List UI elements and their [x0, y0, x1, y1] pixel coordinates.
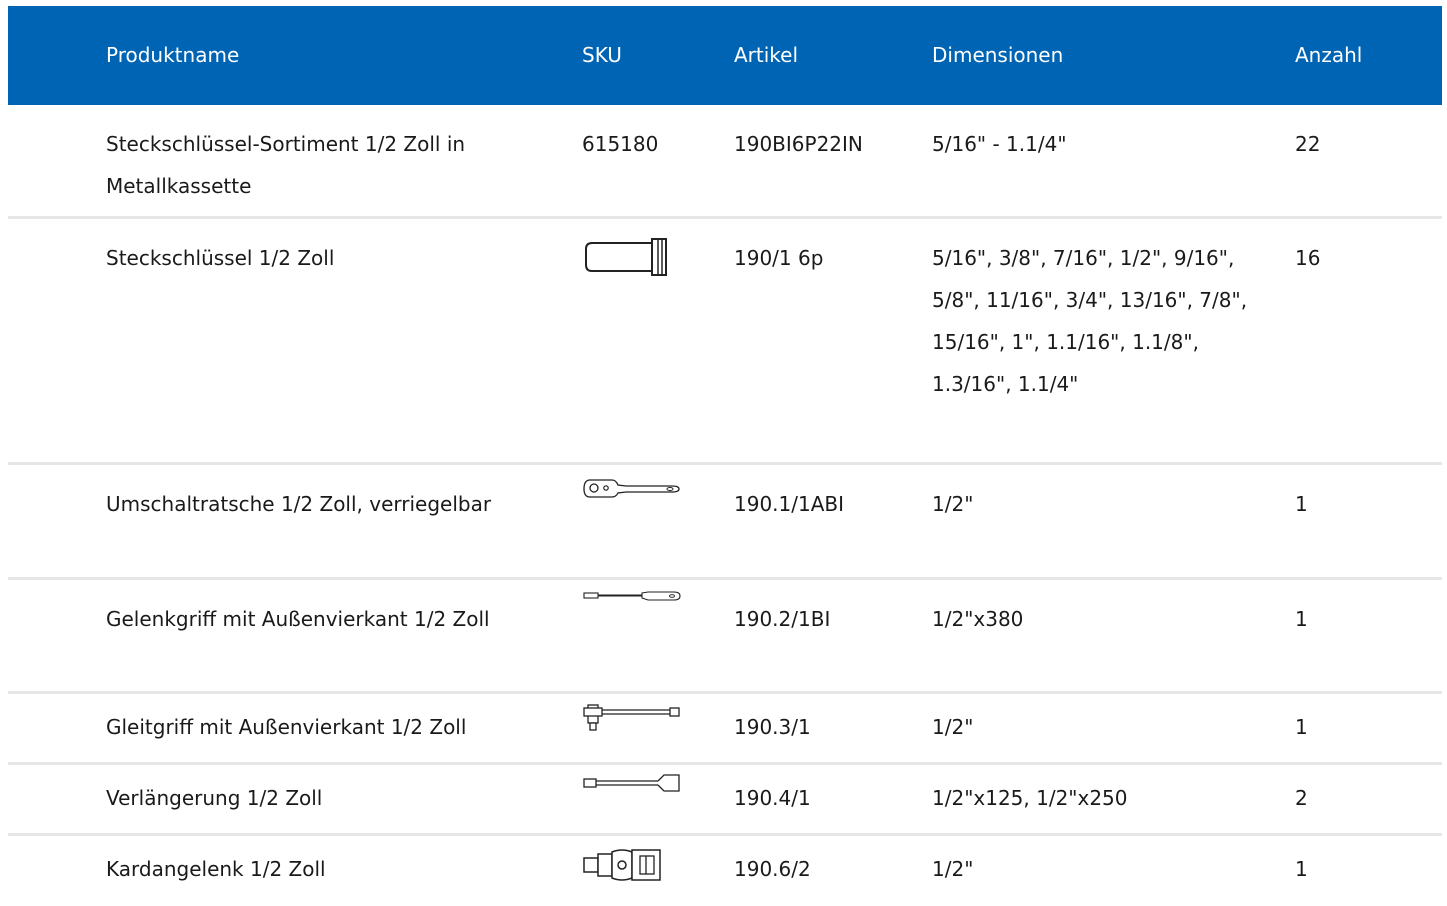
product-quantity: 1 [1295, 715, 1308, 739]
product-artikel: 190BI6P22IN [734, 132, 863, 156]
product-name: Gleitgriff mit Außenvierkant 1/2 Zoll [106, 715, 467, 739]
product-table: Produktname SKU Artikel Dimensionen Anza… [8, 6, 1442, 906]
product-name: Steckschlüssel 1/2 Zoll [106, 246, 335, 270]
product-artikel: 190.4/1 [734, 786, 811, 810]
ratchet-icon [582, 477, 682, 499]
product-dimensions: 1/2" [932, 715, 974, 739]
header-sku: SKU [582, 43, 622, 67]
universal-joint-icon [582, 846, 682, 886]
product-dimensions: 5/16" - 1.1/4" [932, 132, 1067, 156]
header-produktname: Produktname [106, 43, 240, 67]
sliding-t-handle-icon [582, 702, 682, 734]
extension-bar-icon [582, 771, 682, 795]
product-name: Verlängerung 1/2 Zoll [106, 786, 323, 810]
product-quantity: 2 [1295, 786, 1308, 810]
table-row: Umschaltratsche 1/2 Zoll, verriegelbar 1… [8, 465, 1442, 580]
table-row: Steckschlüssel-Sortiment 1/2 Zoll in Met… [8, 105, 1442, 219]
product-quantity: 22 [1295, 132, 1321, 156]
table-row: Gleitgriff mit Außenvierkant 1/2 Zoll 19… [8, 694, 1442, 765]
header-dimensionen: Dimensionen [932, 43, 1064, 67]
product-dimensions: 1/2"x380 [932, 607, 1024, 631]
hinged-handle-icon [582, 588, 682, 604]
table-header: Produktname SKU Artikel Dimensionen Anza… [8, 6, 1442, 105]
product-dimensions: 1/2" [932, 492, 974, 516]
table-row: Steckschlüssel 1/2 Zoll 190/1 6p 5/16", … [8, 219, 1442, 465]
product-name: Kardangelenk 1/2 Zoll [106, 857, 326, 881]
product-sku: 615180 [582, 132, 659, 156]
product-artikel: 190.2/1BI [734, 607, 831, 631]
socket-icon [582, 235, 672, 279]
product-name: Umschaltratsche 1/2 Zoll, verriegelbar [106, 492, 492, 516]
product-artikel: 190.1/1ABI [734, 492, 845, 516]
product-dimensions: 1/2"x125, 1/2"x250 [932, 786, 1128, 810]
product-name: Gelenkgriff mit Außenvierkant 1/2 Zoll [106, 607, 490, 631]
header-anzahl: Anzahl [1295, 43, 1363, 67]
header-artikel: Artikel [734, 43, 799, 67]
table-row: Verlängerung 1/2 Zoll 190.4/1 1/2"x125, … [8, 765, 1442, 836]
product-quantity: 1 [1295, 492, 1308, 516]
product-quantity: 1 [1295, 607, 1308, 631]
product-artikel: 190.3/1 [734, 715, 811, 739]
table-row: Gelenkgriff mit Außenvierkant 1/2 Zoll 1… [8, 580, 1442, 694]
product-quantity: 16 [1295, 246, 1321, 270]
product-quantity: 1 [1295, 857, 1308, 881]
product-artikel: 190/1 6p [734, 246, 824, 270]
product-artikel: 190.6/2 [734, 857, 811, 881]
product-dimensions: 1/2" [932, 857, 974, 881]
product-name: Steckschlüssel-Sortiment 1/2 Zoll in Met… [106, 132, 466, 198]
product-dimensions: 5/16", 3/8", 7/16", 1/2", 9/16", 5/8", 1… [932, 246, 1248, 396]
